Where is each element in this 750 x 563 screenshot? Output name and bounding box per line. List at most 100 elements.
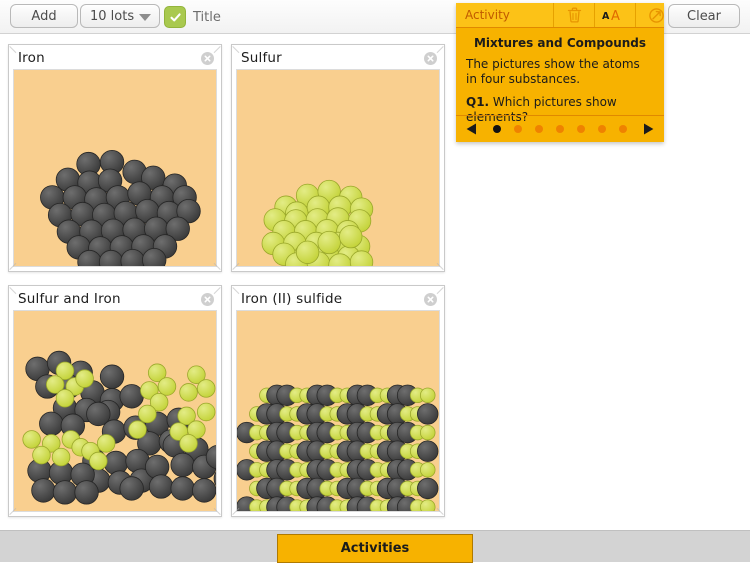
atom[interactable] bbox=[86, 401, 111, 427]
atom[interactable] bbox=[179, 434, 198, 453]
panel-sulfur-and-iron[interactable]: Sulfur and Iron bbox=[8, 285, 222, 517]
atom[interactable] bbox=[22, 430, 41, 449]
atom[interactable] bbox=[128, 420, 147, 439]
title-toggle-label: Title bbox=[193, 9, 221, 25]
pager-dot[interactable] bbox=[577, 125, 586, 133]
resize-grip[interactable] bbox=[433, 260, 444, 270]
resize-grip[interactable] bbox=[232, 505, 243, 515]
reset-icon[interactable] bbox=[635, 3, 676, 27]
activity-window[interactable]: Activity A A Mixtures and Compounds The … bbox=[456, 3, 664, 142]
title-toggle[interactable]: Title bbox=[164, 6, 221, 28]
bottom-bar: Activities bbox=[0, 530, 750, 563]
atom[interactable] bbox=[417, 477, 439, 500]
question-number: Q1. bbox=[466, 95, 490, 109]
atom[interactable] bbox=[89, 451, 108, 471]
resize-grip[interactable] bbox=[9, 505, 20, 515]
atom[interactable] bbox=[148, 474, 174, 499]
activity-header-label: Activity bbox=[465, 8, 510, 22]
pager-dot[interactable] bbox=[598, 125, 607, 133]
atom[interactable] bbox=[192, 478, 216, 503]
title-checkbox[interactable] bbox=[164, 6, 186, 28]
triangle-right-icon[interactable] bbox=[638, 122, 658, 136]
application-root: Add 10 lots Title Clear Iron Sulfur Sulf… bbox=[0, 0, 750, 563]
atom[interactable] bbox=[157, 377, 177, 396]
activity-title: Mixtures and Compounds bbox=[473, 36, 647, 50]
text-size-icon[interactable]: A A bbox=[594, 3, 635, 27]
panel-title: Sulfur bbox=[241, 50, 282, 66]
add-button-label: Add bbox=[31, 8, 57, 24]
canvas-sulfur[interactable] bbox=[236, 69, 440, 267]
resize-grip[interactable] bbox=[210, 46, 221, 56]
resize-grip[interactable] bbox=[9, 260, 20, 270]
clear-button-label: Clear bbox=[687, 8, 721, 24]
panel-iron-ii-sulfide[interactable]: Iron (II) sulfide bbox=[231, 285, 445, 517]
panel-iron[interactable]: Iron bbox=[8, 44, 222, 272]
atom[interactable] bbox=[96, 434, 116, 453]
atom[interactable] bbox=[119, 384, 144, 409]
atom[interactable] bbox=[419, 424, 436, 441]
atom[interactable] bbox=[170, 476, 195, 501]
resize-grip[interactable] bbox=[232, 287, 243, 297]
resize-grip[interactable] bbox=[210, 505, 221, 515]
atom[interactable] bbox=[417, 440, 439, 462]
canvas-mixture[interactable] bbox=[13, 310, 217, 512]
canvas-compound[interactable] bbox=[236, 310, 440, 512]
pager-dot[interactable] bbox=[513, 125, 522, 133]
panel-title: Sulfur and Iron bbox=[18, 291, 121, 307]
panel-sulfur[interactable]: Sulfur bbox=[231, 44, 445, 272]
activity-header: Activity A A bbox=[456, 3, 664, 28]
atom[interactable] bbox=[31, 478, 56, 503]
pager-dot[interactable] bbox=[555, 125, 564, 133]
atom[interactable] bbox=[339, 224, 363, 249]
resize-grip[interactable] bbox=[433, 505, 444, 515]
atom[interactable] bbox=[417, 403, 439, 425]
lots-dropdown[interactable]: 10 lots bbox=[80, 4, 160, 28]
activities-tab[interactable]: Activities bbox=[277, 534, 473, 563]
atom[interactable] bbox=[74, 480, 99, 505]
atom[interactable] bbox=[52, 480, 78, 505]
atom[interactable] bbox=[51, 447, 71, 467]
atom[interactable] bbox=[138, 404, 157, 424]
clear-button[interactable]: Clear bbox=[668, 4, 740, 28]
resize-grip[interactable] bbox=[210, 260, 221, 270]
pager-dot[interactable] bbox=[619, 125, 628, 133]
activity-pager bbox=[456, 115, 664, 142]
activities-tab-label: Activities bbox=[340, 541, 410, 556]
delete-icon[interactable] bbox=[553, 3, 594, 27]
resize-grip[interactable] bbox=[232, 46, 243, 56]
svg-text:A: A bbox=[611, 9, 620, 22]
triangle-left-icon[interactable] bbox=[462, 122, 482, 136]
atom[interactable] bbox=[99, 364, 125, 389]
pager-dot[interactable] bbox=[492, 125, 501, 133]
resize-grip[interactable] bbox=[433, 287, 444, 297]
resize-grip[interactable] bbox=[433, 46, 444, 56]
atom[interactable] bbox=[75, 369, 94, 388]
pager-dot[interactable] bbox=[534, 125, 543, 133]
resize-grip[interactable] bbox=[210, 287, 221, 297]
atom[interactable] bbox=[295, 240, 320, 264]
resize-grip[interactable] bbox=[232, 260, 243, 270]
add-button[interactable]: Add bbox=[10, 4, 78, 28]
panel-title: Iron (II) sulfide bbox=[241, 291, 343, 307]
lots-dropdown-label: 10 lots bbox=[90, 8, 135, 24]
chevron-down-icon bbox=[139, 14, 151, 21]
atom[interactable] bbox=[196, 402, 216, 422]
atom[interactable] bbox=[317, 230, 341, 255]
atom[interactable] bbox=[119, 476, 144, 501]
pager-dots[interactable] bbox=[482, 125, 638, 133]
atom[interactable] bbox=[179, 383, 198, 402]
activity-body: Mixtures and Compounds The pictures show… bbox=[456, 28, 664, 125]
svg-text:A: A bbox=[602, 11, 610, 22]
canvas-iron[interactable] bbox=[13, 69, 217, 267]
atom[interactable] bbox=[170, 452, 195, 478]
atom[interactable] bbox=[39, 411, 64, 436]
atom[interactable] bbox=[196, 379, 216, 398]
panel-title: Iron bbox=[18, 50, 45, 66]
atom[interactable] bbox=[32, 445, 51, 465]
resize-grip[interactable] bbox=[9, 46, 20, 56]
atom[interactable] bbox=[419, 462, 436, 478]
atom[interactable] bbox=[419, 387, 436, 404]
resize-grip[interactable] bbox=[9, 287, 20, 297]
atom[interactable] bbox=[55, 389, 75, 408]
activity-description: The pictures show the atoms in four subs… bbox=[466, 57, 640, 86]
